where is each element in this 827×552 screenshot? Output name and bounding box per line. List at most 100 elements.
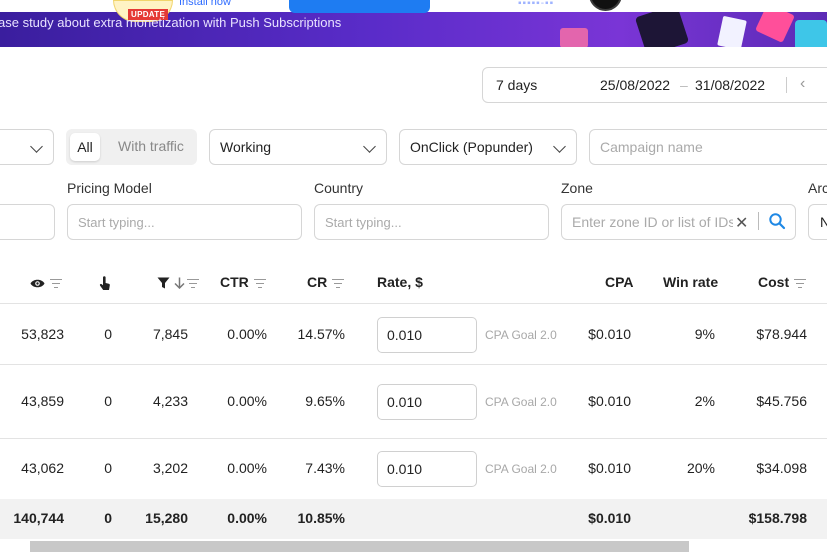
ad-format-value: OnClick (Popunder) <box>410 139 533 155</box>
eye-icon <box>30 279 45 288</box>
close-icon[interactable]: ✕ <box>735 213 748 233</box>
table-total-row: 140,744 0 15,280 0.00% 10.85% $0.010 $15… <box>0 499 827 539</box>
rate-field[interactable] <box>377 451 477 487</box>
sort-icon[interactable] <box>50 278 62 289</box>
zone-field[interactable] <box>561 204 796 240</box>
total-cr: 10.85% <box>297 510 345 526</box>
rate-field[interactable] <box>377 384 477 420</box>
cell-cost: $78.944 <box>756 326 807 342</box>
sort-icon[interactable] <box>332 278 345 289</box>
date-separator: – <box>680 77 688 93</box>
total-impressions: 140,744 <box>13 510 64 526</box>
cell-clicks: 0 <box>104 326 112 342</box>
traffic-toggle[interactable]: All With traffic <box>66 129 197 165</box>
cell-cpa: $0.010 <box>588 326 631 342</box>
sort-icon[interactable] <box>253 278 266 289</box>
cpa-goal: CPA Goal 2.0 <box>485 328 557 342</box>
ad-format-select[interactable]: OnClick (Popunder) <box>399 129 577 165</box>
cell-cost: $34.098 <box>756 460 807 476</box>
banner-decoration <box>717 15 747 47</box>
date-range-picker[interactable]: 7 days 25/08/2022 – 31/08/2022 ‹ <box>482 67 827 103</box>
promo-banner[interactable]: UPDATE Install now ▪▪▪▪▪-▪▪ ase study ab… <box>0 0 827 47</box>
rate-input[interactable] <box>378 318 476 352</box>
divider <box>786 77 787 93</box>
campaign-name-input[interactable] <box>590 130 827 164</box>
rate-field[interactable] <box>377 317 477 353</box>
sort-arrow-icon[interactable] <box>174 277 185 290</box>
cell-clicks: 0 <box>104 393 112 409</box>
toggle-all[interactable]: All <box>70 133 100 161</box>
cell-cr: 14.57% <box>297 326 345 342</box>
table-row: 43,062 0 3,202 0.00% 7.43% CPA Goal 2.0 … <box>0 439 827 499</box>
banner-cta-button[interactable] <box>289 0 430 13</box>
total-ctr: 0.00% <box>227 510 267 526</box>
banner-dashes: ▪▪▪▪▪-▪▪ <box>518 0 555 9</box>
date-to[interactable]: 31/08/2022 <box>695 77 765 93</box>
cell-cr: 7.43% <box>305 460 345 476</box>
status-value: Working <box>220 139 272 155</box>
banner-caption: ase study about extra monetization with … <box>0 15 342 30</box>
date-from[interactable]: 25/08/2022 <box>600 77 670 93</box>
install-now-link[interactable]: Install now <box>179 0 231 8</box>
cell-cost: $45.756 <box>756 393 807 409</box>
cell-win-rate: 20% <box>686 460 715 476</box>
chevron-left-icon[interactable]: ‹ <box>800 75 805 93</box>
table-header: CTR CR Rate, $ CPA Win rate Cost <box>0 262 827 304</box>
sort-icon[interactable] <box>794 278 807 289</box>
cell-conversions: 3,202 <box>152 460 188 476</box>
cell-cr: 9.65% <box>305 393 345 409</box>
chevron-down-icon <box>363 140 376 153</box>
status-select[interactable]: Working <box>209 129 387 165</box>
banner-decoration <box>795 20 827 47</box>
column-cr[interactable]: CR <box>307 274 345 290</box>
cell-cpa: $0.010 <box>588 460 631 476</box>
horizontal-scrollbar[interactable] <box>30 541 689 552</box>
cell-conversions: 7,845 <box>152 326 188 342</box>
pricing-model-field[interactable] <box>67 204 302 240</box>
column-cost[interactable]: Cost <box>758 274 807 290</box>
cell-ctr: 0.00% <box>227 326 267 342</box>
total-conversions: 15,280 <box>145 510 188 526</box>
toggle-with-traffic[interactable]: With traffic <box>118 138 184 154</box>
column-cr-label: CR <box>307 274 328 290</box>
cpa-goal: CPA Goal 2.0 <box>485 395 557 409</box>
date-preset[interactable]: 7 days <box>496 77 537 93</box>
column-cpa[interactable]: CPA <box>605 274 634 290</box>
total-cpa: $0.010 <box>588 510 631 526</box>
divider <box>758 212 759 230</box>
cut-off-select[interactable] <box>0 129 54 165</box>
cut-off-field[interactable] <box>0 204 55 240</box>
pricing-model-input[interactable] <box>68 205 301 239</box>
pointer-click-icon <box>99 275 110 290</box>
cpa-goal: CPA Goal 2.0 <box>485 462 557 476</box>
search-icon[interactable] <box>768 212 786 235</box>
column-cost-label: Cost <box>758 274 790 290</box>
campaign-name-field[interactable] <box>589 129 827 165</box>
zone-label: Zone <box>561 180 593 196</box>
cell-clicks: 0 <box>104 460 112 476</box>
cell-cpa: $0.010 <box>588 393 631 409</box>
column-ctr[interactable]: CTR <box>220 274 266 290</box>
column-conversions[interactable] <box>157 274 199 290</box>
column-clicks[interactable] <box>99 274 111 291</box>
cell-conversions: 4,233 <box>152 393 188 409</box>
partial-field[interactable]: N <box>808 204 827 240</box>
column-impressions[interactable] <box>30 274 62 290</box>
cell-ctr: 0.00% <box>227 460 267 476</box>
country-input[interactable] <box>315 205 548 239</box>
funnel-icon <box>157 277 170 289</box>
rate-input[interactable] <box>378 385 476 419</box>
chevron-down-icon <box>553 140 566 153</box>
partial-label: Arc <box>808 180 827 196</box>
table-row: 53,823 0 7,845 0.00% 14.57% CPA Goal 2.0… <box>0 305 827 365</box>
chevron-down-icon <box>30 140 43 153</box>
rate-input[interactable] <box>378 452 476 486</box>
zone-input[interactable] <box>562 205 795 239</box>
pricing-model-label: Pricing Model <box>67 180 152 196</box>
sort-icon[interactable] <box>186 278 199 289</box>
column-rate[interactable]: Rate, $ <box>377 274 423 290</box>
country-field[interactable] <box>314 204 549 240</box>
column-win-rate[interactable]: Win rate <box>663 274 718 290</box>
total-cost: $158.798 <box>748 510 807 526</box>
column-ctr-label: CTR <box>220 274 249 290</box>
